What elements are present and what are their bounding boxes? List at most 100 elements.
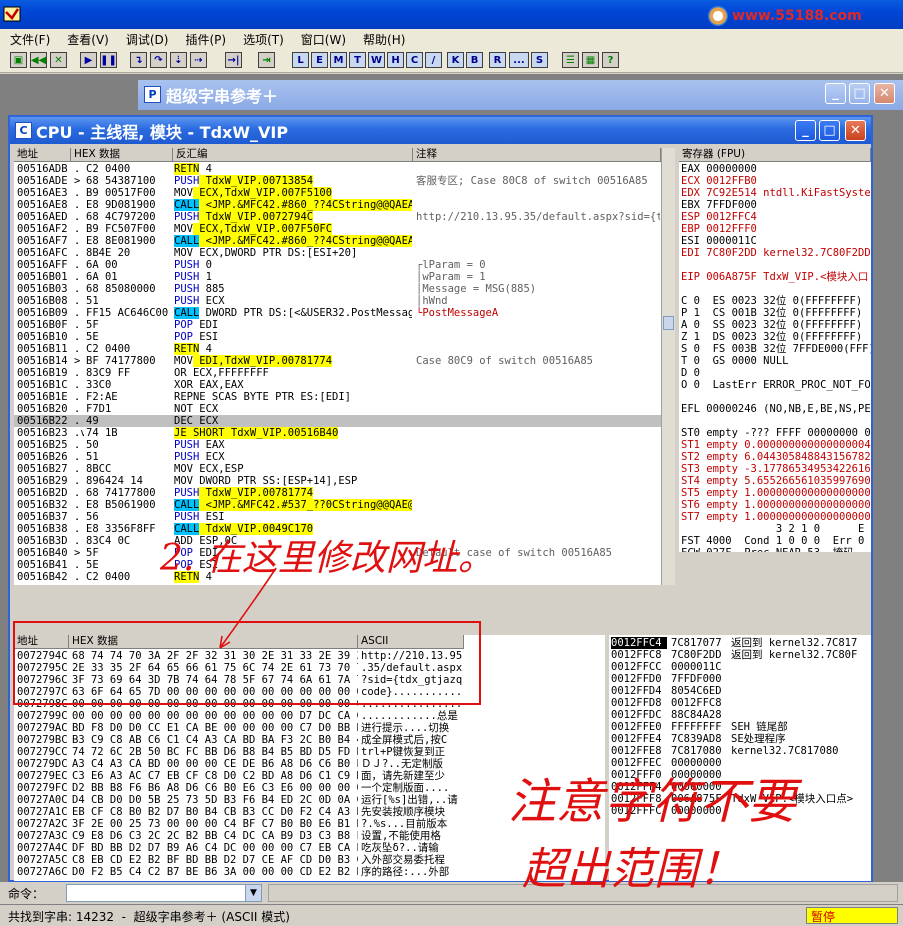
register-line[interactable]: ESP 0012FFC4 [681,211,757,223]
disasm-row[interactable]: 00516B01. 6A 01 PUSH 1 │wParam = 1 [14,271,661,283]
register-line[interactable]: ST6 empty 1.0000000000000000000 [681,499,871,511]
disasm-row[interactable]: 00516B09. FF15 AC646C00 CALL DWORD PTR DS:… [14,307,661,319]
register-line[interactable]: EBP 0012FFF0 [681,223,757,235]
goto-icon[interactable]: ⇥ [258,52,275,68]
dump-row[interactable]: 007279BC B3 C9 C8 AB C6 C1 C4 A3 CA BD BA… [14,734,464,746]
toolbar-btn-s[interactable]: S [531,52,548,68]
toolbar-btn-k[interactable]: K [447,52,464,68]
stack-row[interactable]: 0012FFEC 00000000 [609,757,871,769]
register-line[interactable]: T 0 GS 0000 NULL [681,355,788,367]
pause-icon[interactable]: ❚❚ [100,52,117,68]
register-lines[interactable]: EAX 00000000 ECX 0012FFB0 EDX 7C92E514 ntd… [681,163,871,552]
chevron-down-icon[interactable]: ▼ [245,885,261,901]
trace-into-icon[interactable]: ⇣ [170,52,187,68]
hex-dump-pane[interactable]: 地址 HEX 数据 ASCII 0072794C 68 74 74 70 3A 2… [14,635,605,881]
register-line[interactable]: ST0 empty -??? FFFF 00000000 00 [681,427,871,439]
toolbar-btn-h[interactable]: H [387,52,404,68]
col-header-disassembly[interactable]: 反汇编 [173,148,413,162]
disasm-row[interactable]: 00516B26. 51 PUSH ECX [14,451,661,463]
disasm-row[interactable]: 00516B03. 68 85080000 PUSH 885 │Message = M… [14,283,661,295]
dump-row[interactable]: 0072794C 68 74 74 70 3A 2F 2F 32 31 30 2E… [14,650,464,662]
register-line[interactable]: FCW 027F Prec NEAR,53 掩码 [681,547,854,552]
minimize-icon[interactable]: _ [825,83,846,104]
register-line[interactable]: O 0 LastErr ERROR_PROC_NOT_FOU [681,379,871,391]
command-input[interactable]: ▼ [66,884,262,902]
dump-row[interactable]: 00727A3C C9 E8 D6 C3 2C 2C B2 BB C4 DC CA… [14,830,464,842]
register-line[interactable]: 3 2 1 0 E S [681,523,871,535]
disasm-row[interactable]: 00516B19. 83C9 FF OR ECX,FFFFFFFF [14,367,661,379]
stack-row[interactable]: 0012FFDC 88C84A28 [609,709,871,721]
col-header-comment[interactable]: 注释 [413,148,661,162]
register-line[interactable]: P 1 CS 001B 32位 0(FFFFFFFF) [681,307,862,319]
disasm-row[interactable]: 00516AFF. 6A 00 PUSH 0 ┌lParam = 0 [14,259,661,271]
register-line[interactable]: ST2 empty 6.0443058488431567820 [681,451,871,463]
disasm-row[interactable]: 00516B37. 56 PUSH ESI [14,511,661,523]
register-line[interactable]: Z 1 DS 0023 32位 0(FFFFFFFF) [681,331,862,343]
disasm-row[interactable]: 00516B3D. 83C4 0C ADD ESP,0C [14,535,661,547]
menu-debug[interactable]: 调试(D) [116,31,176,48]
col-header-address[interactable]: 地址 [14,148,71,162]
menu-options[interactable]: 选项(T) [233,31,291,48]
disasm-row[interactable]: 00516ADE >68 54387100 PUSH TdxW_VIP.007138… [14,175,661,187]
disassembly-rows[interactable]: 00516ADB. C2 0400 RETN 4 00516ADE >68 543871… [14,163,661,583]
stack-row[interactable]: 0012FFC8 7C80F2DD 返回到 kernel32.7C80F [609,649,871,661]
disasm-row[interactable]: 00516AE8. E8 9D081900 CALL <JMP.&MFC42.#86… [14,199,661,211]
disasm-row[interactable]: 00516ADB. C2 0400 RETN 4 [14,163,661,175]
toolbar-btn-t[interactable]: T [349,52,366,68]
toolbar-btn-e[interactable]: E [311,52,328,68]
register-line[interactable]: EAX 00000000 [681,163,757,175]
register-line[interactable]: EDX 7C92E514 ntdll.KiFastSystem [681,187,871,199]
dump-row[interactable]: 007279CC 74 72 6C 2B 50 BC FC BB D6 B8 B4… [14,746,464,758]
scroll-thumb[interactable] [663,316,674,330]
register-line[interactable]: ST3 empty -3.177865349534226164 [681,463,871,475]
cpu-window-title-bar[interactable]: C CPU - 主线程, 模块 - TdxW_VIP _ □ ✕ [10,117,871,144]
register-line[interactable]: S 0 FS 003B 32位 7FFDE000(FFF) [681,343,871,355]
stack-pane[interactable]: 0012FFC4 7C817077 返回到 kernel32.7C817 0012FF… [609,635,871,881]
disasm-row[interactable]: 00516B0F. 5F POP EDI [14,319,661,331]
dump-row[interactable]: 00727A1C EB CF C8 B0 B2 D7 B0 B4 CB B3 CC… [14,806,464,818]
register-line[interactable]: ST7 empty 1.0000000000000000000 [681,511,871,523]
dump-row[interactable]: 00727A6C D0 F2 B5 C4 C2 B7 BE B6 3A 00 00… [14,866,464,878]
disasm-row[interactable]: 00516B11. C2 0400 RETN 4 [14,343,661,355]
close-program-icon[interactable]: ✕ [50,52,67,68]
step-into-icon[interactable]: ↴ [130,52,147,68]
disasm-row[interactable]: 00516B42. C2 0400 RETN 4 [14,571,661,583]
disasm-row[interactable]: 00516AE3. B9 00517F00 MOV ECX,TdxW_VIP.007… [14,187,661,199]
maximize-icon[interactable]: □ [849,83,870,104]
stack-row[interactable]: 0012FFF0 00000000 [609,769,871,781]
dump-header-hex[interactable]: HEX 数据 [69,635,358,649]
dump-row[interactable]: 0072796C 3F 73 69 64 3D 7B 74 64 78 5F 67… [14,674,464,686]
register-line[interactable]: ECX 0012FFB0 [681,175,757,187]
disasm-row[interactable]: 00516B25. 50 PUSH EAX [14,439,661,451]
stack-row[interactable]: 0012FFD8 0012FFC8 [609,697,871,709]
col-header-hex[interactable]: HEX 数据 [71,148,173,162]
register-line[interactable]: EBX 7FFDF000 [681,199,757,211]
dump-row[interactable]: 007279EC C3 E6 A3 AC C7 EB CF C8 D0 C2 BD… [14,770,464,782]
register-line[interactable]: FST 4000 Cond 1 0 0 0 Err 0 0 [681,535,871,547]
grid-icon[interactable]: ▦ [582,52,599,68]
disasm-row[interactable]: 00516B20. F7D1 NOT ECX [14,403,661,415]
disasm-row[interactable]: 00516B23 .v 74 1B JE SHORT TdxW_VIP.00516B4… [14,427,661,439]
disasm-row[interactable]: 00516B22. 49 DEC ECX [14,415,661,427]
stack-row[interactable]: 0012FFE0 FFFFFFFF SEH 链尾部 [609,721,871,733]
stack-row[interactable]: 0012FFF4 00000000 [609,781,871,793]
toolbar-btn-w[interactable]: W [368,52,385,68]
close-icon[interactable]: ✕ [845,120,866,141]
disasm-row[interactable]: 00516B1C. 33C0 XOR EAX,EAX [14,379,661,391]
disasm-row[interactable]: 00516AF2. B9 FC507F00 MOV ECX,TdxW_VIP.007… [14,223,661,235]
dump-row[interactable]: 00727A4C DF BD BB D2 D7 B9 A6 C4 DC 00 00… [14,842,464,854]
register-line[interactable]: EFL 00000246 (NO,NB,E,BE,NS,PE, [681,403,871,415]
disasm-row[interactable]: 00516B27. 8BCC MOV ECX,ESP [14,463,661,475]
dump-header-address[interactable]: 地址 [14,635,69,649]
toolbar-btn-slash[interactable]: / [425,52,442,68]
stack-row[interactable]: 0012FFCC 0000011C [609,661,871,673]
toolbar-btn-b[interactable]: B [466,52,483,68]
stack-row[interactable]: 0012FFE4 7C839AD8 SE处理程序 [609,733,871,745]
maximize-icon[interactable]: □ [819,120,840,141]
list-icon[interactable]: ☰ [562,52,579,68]
disasm-row[interactable]: 00516B38. E8 3356F8FF CALL TdxW_VIP.0049C1… [14,523,661,535]
execute-till-return-icon[interactable]: →| [225,52,242,68]
stack-row[interactable]: 0012FFC4 7C817077 返回到 kernel32.7C817 [609,637,871,649]
dump-row[interactable]: 00727A0C D4 CB D0 D0 5B 25 73 5D B3 F6 B4… [14,794,464,806]
dump-row[interactable]: 00727A5C C8 EB CD E2 B2 BF BD BB D2 D7 CE… [14,854,464,866]
